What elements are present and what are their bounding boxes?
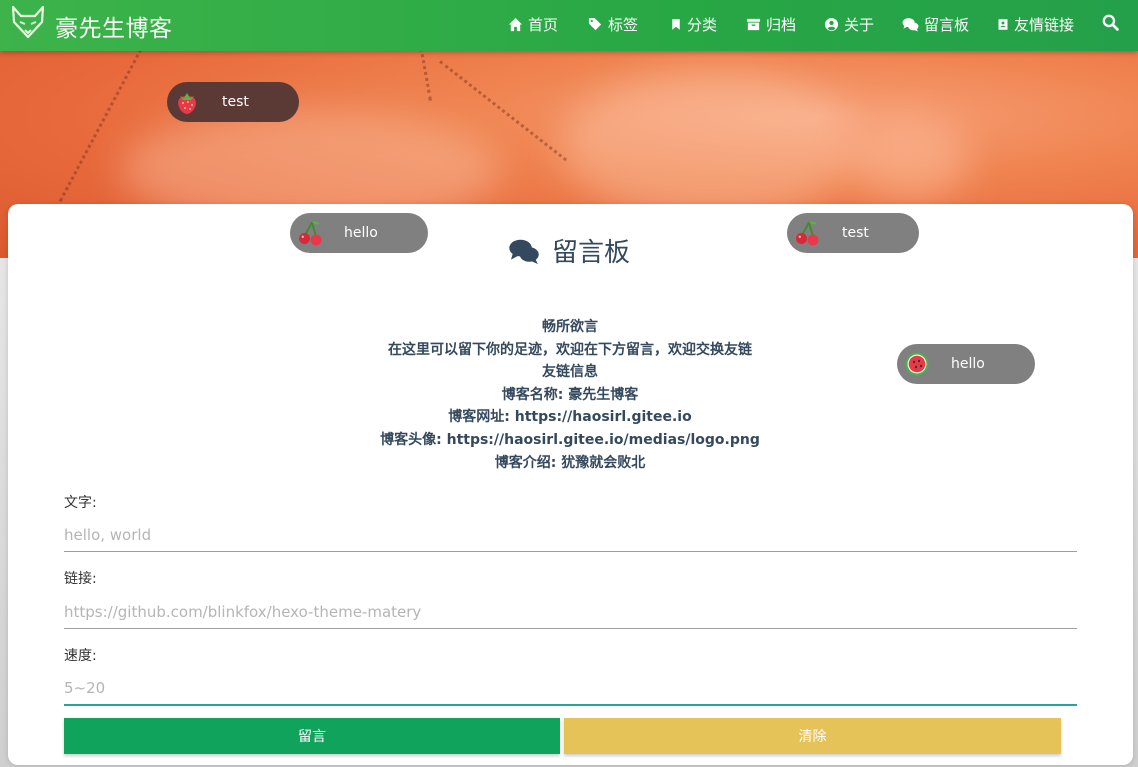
- search-icon[interactable]: [1102, 14, 1119, 31]
- nav-guestbook-label: 留言板: [924, 15, 970, 34]
- intro-line: 博客头像: https://haosirl.gitee.io/medias/lo…: [380, 431, 760, 448]
- text-field-label: 文字:: [64, 495, 97, 511]
- nav-about[interactable]: 关于: [824, 13, 874, 35]
- intro-line: 博客名称: 豪先生博客: [501, 386, 639, 403]
- speed-input[interactable]: [64, 672, 1077, 706]
- strawberry-icon: [178, 93, 196, 114]
- comments-icon: [902, 17, 919, 32]
- link-input[interactable]: [64, 596, 1077, 629]
- site-brand[interactable]: 豪先生博客: [55, 9, 173, 43]
- link-field-label: 链接:: [64, 571, 97, 587]
- barrage-item[interactable]: hello: [897, 344, 1035, 384]
- barrage-text: hello: [951, 356, 985, 372]
- barrage-item[interactable]: hello: [290, 213, 428, 253]
- nav-archive[interactable]: 归档: [746, 13, 796, 35]
- nav-about-label: 关于: [844, 15, 875, 34]
- address-book-icon: [998, 18, 1008, 30]
- submit-message-button[interactable]: 留言: [64, 718, 560, 754]
- barrage-item[interactable]: test: [787, 213, 919, 253]
- nav-home[interactable]: 首页: [508, 13, 558, 35]
- top-navbar: 豪先生博客 首页 标签 分类 归档 关于 留言板 友情链接: [0, 0, 1138, 51]
- nav-categories[interactable]: 分类: [670, 13, 717, 35]
- nav-archive-label: 归档: [766, 15, 797, 34]
- barrage-item[interactable]: test: [167, 82, 299, 122]
- user-circle-icon: [824, 17, 839, 31]
- barrage-text: test: [842, 225, 869, 241]
- tags-icon: [588, 17, 602, 30]
- nav-friends[interactable]: 友情链接: [997, 13, 1074, 35]
- comments-icon: [509, 239, 539, 264]
- nav-guestbook[interactable]: 留言板: [902, 13, 969, 35]
- speed-field-label: 速度:: [64, 648, 97, 664]
- nav-categories-label: 分类: [687, 15, 718, 34]
- watermelon-icon: [905, 352, 929, 376]
- archive-icon: [746, 18, 761, 30]
- intro-line: 博客介绍: 犹豫就会败北: [494, 454, 646, 471]
- bookmark-icon: [672, 18, 680, 30]
- fox-logo-icon[interactable]: [10, 4, 46, 40]
- nav-tags-label: 标签: [608, 15, 639, 34]
- nav-home-label: 首页: [528, 15, 559, 34]
- clear-button[interactable]: 清除: [564, 718, 1061, 754]
- nav-tags[interactable]: 标签: [588, 13, 638, 35]
- home-icon: [508, 17, 523, 31]
- cherry-icon: [796, 221, 819, 246]
- barrage-text: hello: [344, 225, 378, 241]
- page-title-text: 留言板: [551, 238, 630, 268]
- barrage-text: test: [222, 94, 249, 110]
- intro-line: 博客网址: https://haosirl.gitee.io: [448, 409, 692, 426]
- guestbook-intro: 畅所欲言 在这里可以留下你的足迹，欢迎在下方留言，欢迎交换友链 友链信息 博客名…: [0, 316, 1138, 474]
- intro-line: 畅所欲言: [542, 319, 598, 335]
- cherry-icon: [299, 221, 322, 246]
- nav-friends-label: 友情链接: [1014, 15, 1075, 34]
- page-title: 留言板: [0, 232, 1138, 269]
- text-input[interactable]: [64, 519, 1077, 552]
